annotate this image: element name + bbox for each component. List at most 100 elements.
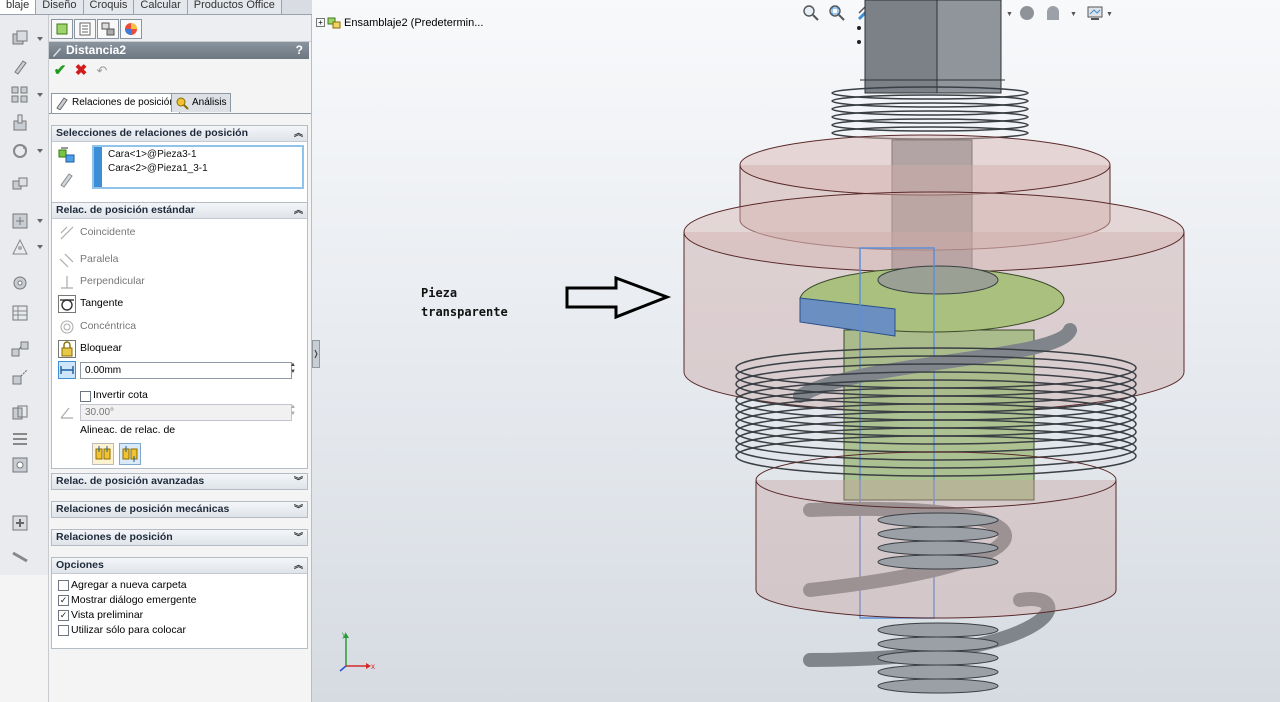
standard-mates-group: Relac. de posición estándar ︽ Coincidente… — [51, 202, 308, 469]
collapse-icon[interactable]: ︽ — [294, 126, 303, 141]
selection-list-icon — [58, 146, 76, 164]
angle-value-field[interactable]: 30.00° — [80, 404, 292, 421]
insert-component-icon[interactable] — [10, 29, 30, 49]
upper-threads — [831, 86, 1029, 140]
selection-item[interactable]: Cara<1>@Pieza3-1 — [108, 149, 197, 160]
flip-dimension-checkbox[interactable] — [80, 391, 91, 402]
selection-item[interactable]: Cara<2>@Pieza1_3-1 — [108, 163, 208, 174]
feature-manager-icon[interactable] — [51, 19, 73, 39]
annotation-label: Pieza transparente — [421, 286, 508, 319]
triad-x-label: x — [371, 662, 375, 671]
lock-icon — [58, 340, 76, 358]
interference-detection-icon[interactable] — [10, 403, 30, 423]
collapse-icon[interactable]: ︽ — [294, 558, 303, 573]
move-component-icon[interactable] — [10, 141, 30, 161]
show-hidden-icon[interactable] — [10, 175, 30, 195]
tab-analysis[interactable]: Análisis — [171, 93, 232, 112]
reference-triad: y x — [339, 630, 375, 672]
perpendicular-icon — [58, 273, 76, 291]
property-manager-title-bar: Distancia2 ? — [49, 42, 309, 59]
mates-header[interactable]: Relaciones de posición ︾ — [52, 530, 307, 545]
linear-pattern-icon[interactable] — [10, 85, 30, 105]
tab-mates[interactable]: Relaciones de posición — [51, 93, 180, 113]
mate-selections-group: Selecciones de relaciones de posición ︽ C… — [51, 125, 308, 207]
advanced-mates-group[interactable]: Relac. de posición avanzadas ︾ — [51, 473, 308, 490]
options-header[interactable]: Opciones ︽ — [52, 558, 307, 574]
mate-icon[interactable] — [10, 57, 30, 77]
triad-y-label: y — [342, 630, 346, 639]
tab-mates-label: Relaciones de posición — [72, 97, 175, 108]
collapse-icon[interactable]: ︽ — [294, 203, 303, 218]
mechanical-mates-header[interactable]: Relaciones de posición mecánicas ︾ — [52, 502, 307, 517]
aligned-button[interactable] — [92, 443, 114, 465]
property-manager-title: Distancia2 — [66, 43, 127, 57]
checkbox[interactable] — [58, 625, 69, 636]
clearance-verification-icon[interactable] — [10, 429, 30, 449]
tab-analysis-label: Análisis — [192, 97, 227, 108]
expand-icon[interactable]: ︾ — [294, 530, 303, 545]
undo-button[interactable]: ↶ — [94, 63, 110, 79]
parallel-icon — [58, 251, 76, 269]
assembly-name: Ensamblaje2 (Predetermin... — [344, 17, 484, 29]
assembly-features-icon[interactable] — [10, 211, 30, 231]
large-assembly-mode-icon[interactable] — [10, 547, 30, 567]
assembly-icon — [327, 17, 341, 29]
command-manager-tabs: blaje Diseño Croquis Calcular Productos … — [0, 0, 312, 15]
exploded-view-icon[interactable] — [10, 339, 30, 359]
distance-spinner[interactable]: ▲ ▼ — [289, 362, 297, 377]
expand-icon[interactable]: ︾ — [294, 502, 303, 517]
hole-alignment-icon[interactable] — [10, 455, 30, 475]
new-motion-study-icon[interactable] — [10, 273, 30, 293]
angle-icon — [58, 403, 76, 421]
action-buttons: ✔ ✖ ↶ — [49, 61, 311, 83]
display-manager-icon[interactable] — [120, 19, 142, 39]
tab-office-products[interactable]: Productos Office — [187, 0, 282, 14]
mate-alignment-label: Alineac. de relac. de — [80, 424, 176, 436]
cancel-button[interactable]: ✖ — [73, 63, 89, 79]
checkbox[interactable]: ✓ — [58, 610, 69, 621]
mechanical-mates-group[interactable]: Relaciones de posición mecánicas ︾ — [51, 501, 308, 518]
configuration-manager-icon[interactable] — [97, 19, 119, 39]
advanced-mates-header[interactable]: Relac. de posición avanzadas ︾ — [52, 474, 307, 489]
distance-mate-icon — [52, 45, 62, 57]
instant3d-icon[interactable] — [10, 513, 30, 533]
coincident-icon — [58, 224, 76, 242]
distance-icon[interactable] — [58, 361, 76, 379]
assembly-toolbar — [0, 15, 49, 575]
explode-line-sketch-icon[interactable] — [10, 367, 30, 387]
property-manager: Distancia2 ? ✔ ✖ ↶ Relaciones de posició… — [49, 15, 312, 702]
angle-spinner[interactable]: ▲ ▼ — [289, 404, 297, 419]
mate-selections-header[interactable]: Selecciones de relaciones de posición ︽ — [52, 126, 307, 142]
tab-design[interactable]: Diseño — [36, 0, 84, 14]
tab-sketch[interactable]: Croquis — [83, 0, 135, 14]
bill-of-materials-icon[interactable] — [10, 303, 30, 323]
tab-evaluate[interactable]: Calcular — [134, 0, 188, 14]
mate-selections-list[interactable]: Cara<1>@Pieza3-1 Cara<2>@Pieza1_3-1 — [92, 145, 304, 189]
expand-icon[interactable]: ︾ — [294, 474, 303, 489]
assembly-model[interactable] — [660, 0, 1200, 702]
tangent-icon — [58, 295, 76, 313]
expand-icon[interactable]: + — [316, 18, 325, 27]
checkbox[interactable]: ✓ — [58, 595, 69, 606]
top-block — [857, 0, 1005, 94]
standard-mates-header[interactable]: Relac. de posición estándar ︽ — [52, 203, 307, 219]
smart-fasteners-icon[interactable] — [10, 113, 30, 133]
mates-group[interactable]: Relaciones de posición ︾ — [51, 529, 308, 546]
manager-tabs — [49, 15, 311, 42]
property-manager-tabs: Relaciones de posición Análisis — [49, 93, 311, 114]
mate-selection-pin-icon — [58, 170, 76, 188]
flip-dimension-label: Invertir cota — [93, 389, 148, 401]
ok-button[interactable]: ✔ — [52, 63, 68, 79]
mate-icon — [55, 96, 69, 111]
property-manager-icon[interactable] — [74, 19, 96, 39]
anti-aligned-button[interactable] — [119, 443, 141, 465]
reference-geometry-icon[interactable] — [10, 237, 30, 257]
distance-value-field[interactable]: 0.00mm — [80, 362, 292, 379]
help-button[interactable]: ? — [296, 42, 303, 59]
analysis-icon — [175, 96, 189, 110]
left-panel-blank — [0, 575, 49, 702]
panel-splitter[interactable] — [312, 340, 320, 368]
checkbox[interactable] — [58, 580, 69, 591]
concentric-icon — [58, 318, 76, 336]
tab-assembly[interactable]: blaje — [0, 0, 37, 14]
